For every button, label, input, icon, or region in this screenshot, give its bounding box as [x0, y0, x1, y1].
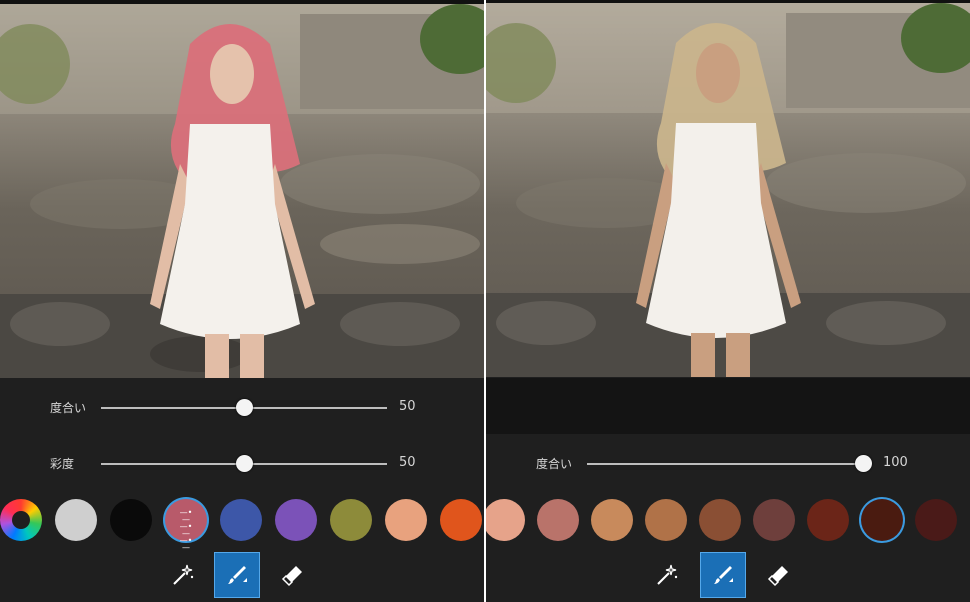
eraser-button[interactable]: [270, 552, 316, 598]
intensity-slider-row: 度合い 50: [0, 396, 484, 420]
eraser-button[interactable]: [756, 552, 802, 598]
tool-bar: [486, 552, 970, 598]
right-panel: 度合い 100: [486, 0, 970, 602]
eraser-icon: [767, 566, 788, 587]
swatch-black-hair[interactable]: [110, 499, 152, 541]
intensity-slider-row: 度合い 100: [486, 452, 970, 476]
adjust-icon: —•— —•— —•—: [179, 508, 193, 552]
magic-wand-icon: [657, 564, 678, 585]
swatch-blue-hair[interactable]: [220, 499, 262, 541]
intensity-value: 100: [883, 455, 908, 470]
empty-area: [486, 378, 970, 434]
eraser-icon: [281, 566, 302, 587]
intensity-slider-thumb[interactable]: [236, 399, 253, 416]
swatch-skin-2[interactable]: [537, 499, 579, 541]
intensity-label: 度合い: [50, 401, 87, 415]
intensity-label: 度合い: [536, 457, 573, 471]
swatch-skin-5[interactable]: [699, 499, 741, 541]
magic-wand-icon: [173, 564, 194, 585]
brush-icon: [714, 566, 733, 584]
brush-icon: [228, 566, 247, 584]
saturation-slider-thumb[interactable]: [236, 455, 253, 472]
left-panel: 度合い 50 彩度 50 —•— —•— —•—: [0, 0, 484, 602]
brush-button[interactable]: [700, 552, 746, 598]
photo-preview: [486, 3, 970, 377]
swatch-color-wheel[interactable]: [0, 499, 42, 541]
intensity-slider-thumb[interactable]: [855, 455, 872, 472]
swatch-skin-8[interactable]: [861, 499, 903, 541]
saturation-label: 彩度: [50, 457, 75, 471]
swatch-skin-7[interactable]: [807, 499, 849, 541]
swatch-skin-3[interactable]: [591, 499, 633, 541]
photo-preview: [0, 4, 484, 378]
brush-button[interactable]: [214, 552, 260, 598]
swatch-silver-hair[interactable]: [55, 499, 97, 541]
color-wheel-icon: [12, 511, 30, 529]
swatch-olive-hair[interactable]: [330, 499, 372, 541]
saturation-value: 50: [399, 455, 416, 470]
swatch-skin-1[interactable]: [486, 499, 525, 541]
swatch-peach-hair[interactable]: [385, 499, 427, 541]
magic-wand-button[interactable]: [160, 552, 206, 598]
saturation-slider-row: 彩度 50: [0, 452, 484, 476]
swatch-orange-hair[interactable]: [440, 499, 482, 541]
intensity-value: 50: [399, 399, 416, 414]
tool-bar: [0, 552, 484, 598]
swatch-skin-4[interactable]: [645, 499, 687, 541]
intensity-slider-track[interactable]: [587, 463, 863, 465]
swatch-rose-hair-adjust[interactable]: —•— —•— —•—: [165, 499, 207, 552]
magic-wand-button[interactable]: [644, 552, 690, 598]
swatch-skin-6[interactable]: [753, 499, 795, 541]
swatch-skin-9[interactable]: [915, 499, 957, 541]
swatch-purple-hair[interactable]: [275, 499, 317, 541]
